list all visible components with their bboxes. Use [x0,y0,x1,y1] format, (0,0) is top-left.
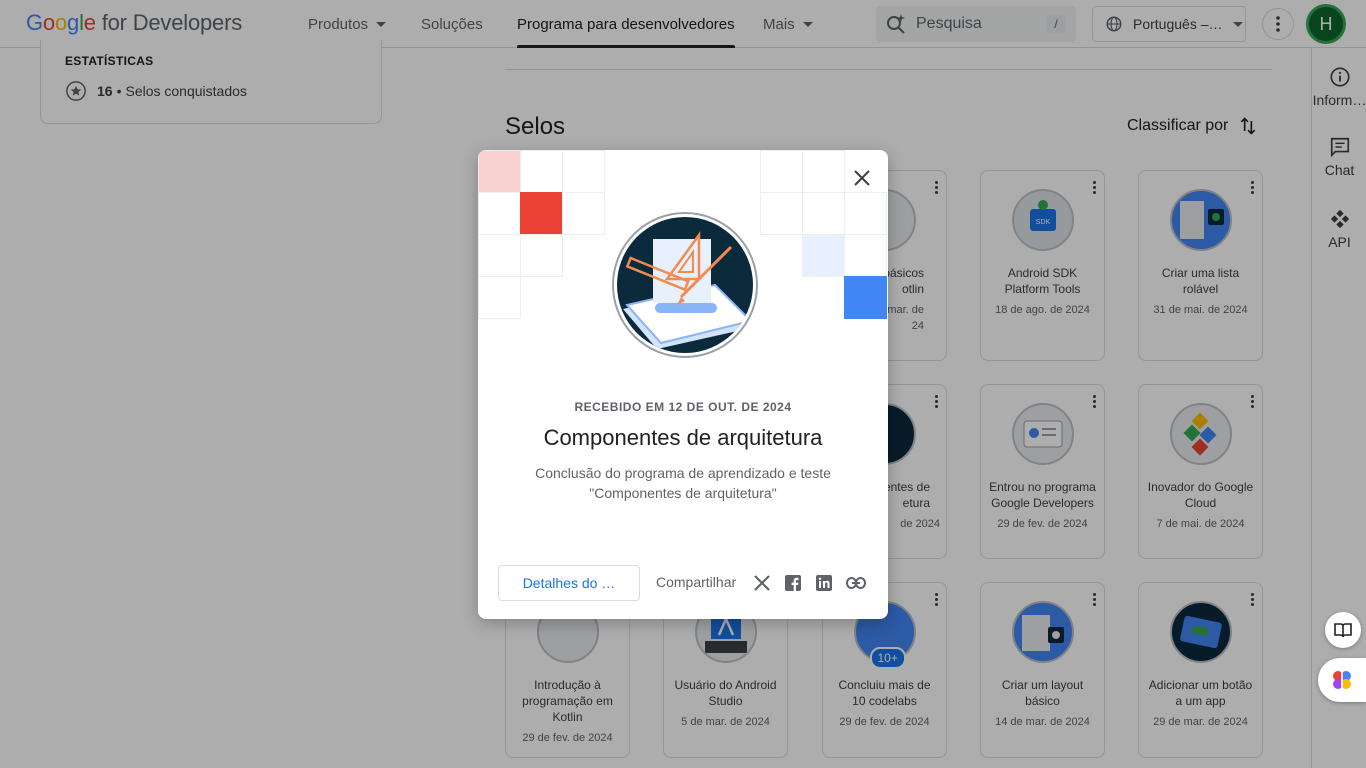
decor-tile [802,234,845,277]
decor-tile [760,150,803,193]
copy-link-button[interactable] [845,573,867,593]
close-dialog-button[interactable] [846,162,878,194]
facebook-icon [785,575,801,591]
decor-tile [802,150,845,193]
badge-detail-dialog: RECEBIDO EM 12 DE OUT. DE 2024 Component… [478,150,888,619]
received-date: RECEBIDO EM 12 DE OUT. DE 2024 [574,400,792,414]
reader-button[interactable] [1325,612,1361,648]
decor-tile [520,192,563,235]
dialog-description: Conclusão do programa de aprendizado e t… [535,465,831,501]
decor-tile [478,276,521,319]
decor-tile [844,234,887,277]
badge-hero-image [612,212,758,358]
decor-tile [520,150,563,193]
decor-tile [478,150,521,193]
share-facebook-button[interactable] [783,573,803,593]
decor-tile [478,192,521,235]
decor-tile [562,192,605,235]
decor-tile [478,234,521,277]
decor-tile [562,150,605,193]
brain-icon [1333,671,1351,689]
share-x-button[interactable] [752,573,772,593]
details-button[interactable]: Detalhes do … [498,565,640,601]
decor-tile [844,276,887,319]
book-icon [1334,623,1352,638]
decor-tile [760,192,803,235]
close-icon [854,170,870,186]
decor-tile [802,192,845,235]
decor-tile [520,234,563,277]
x-icon [754,575,770,591]
share-linkedin-button[interactable] [814,573,834,593]
dialog-title: Componentes de arquitetura [543,425,823,450]
architecture-badge-icon [623,231,753,349]
share-label: Compartilhar [656,574,737,590]
assistant-button[interactable] [1318,658,1366,702]
linkedin-icon [816,575,832,591]
decor-tile [844,192,887,235]
link-icon [846,577,866,589]
